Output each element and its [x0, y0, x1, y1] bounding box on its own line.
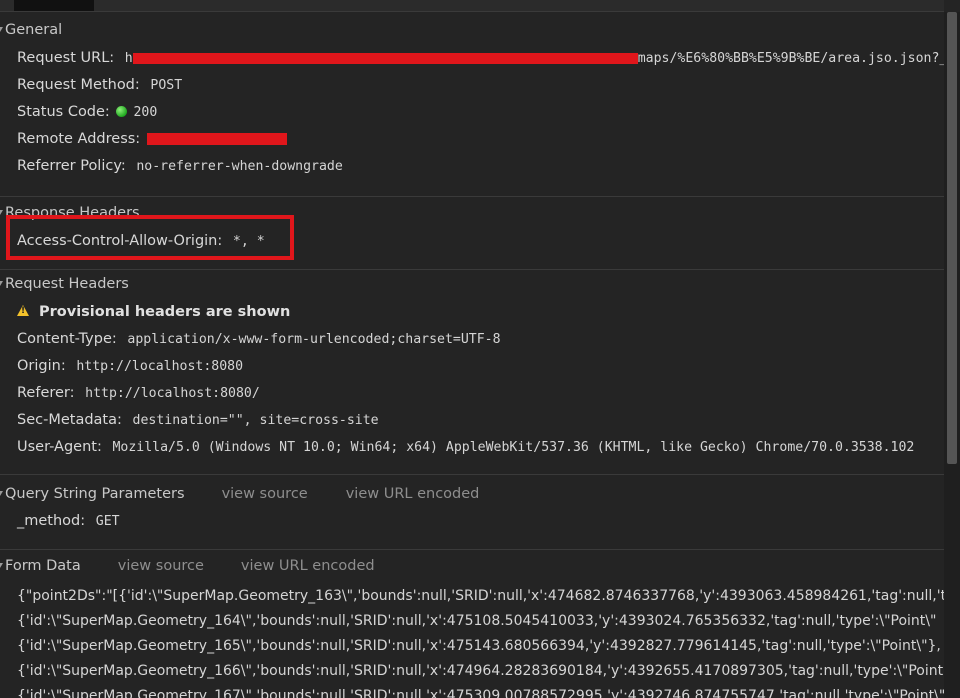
collapse-arrow-icon[interactable] [0, 210, 3, 215]
request-header-row: User-Agent: Mozilla/5.0 (Windows NT 10.0… [0, 434, 944, 461]
request-header-value: application/x-www-form-urlencoded;charse… [127, 332, 501, 347]
status-code-key: Status Code: [17, 104, 110, 120]
form-data-line: {'id':\"SuperMap.Geometry_164\",'bounds'… [17, 613, 937, 629]
headers-panel: General Request URL: h maps/%E6%80%BB%E5%… [0, 12, 944, 698]
request-header-row: Origin: http://localhost:8080 [0, 353, 944, 380]
redaction-bar [146, 133, 287, 145]
status-code-value: 200 [133, 105, 158, 120]
request-method-row: Request Method: POST [0, 72, 944, 99]
query-param-key: _method: [17, 513, 86, 529]
general-section: General Request URL: h maps/%E6%80%BB%E5%… [0, 19, 944, 197]
remote-address-key: Remote Address: [17, 131, 141, 147]
general-header[interactable]: General [0, 19, 944, 41]
form-data-section: Form Data view source view URL encoded {… [0, 555, 944, 698]
provisional-warning-text: Provisional headers are shown [39, 304, 291, 320]
request-header-row: Referer: http://localhost:8080/ [0, 380, 944, 407]
request-header-row: Sec-Metadata: destination="", site=cross… [0, 407, 944, 434]
form-data-line: {"point2Ds":"[{'id':\"SuperMap.Geometry_… [17, 588, 944, 604]
request-url-row: Request URL: h maps/%E6%80%BB%E5%9B%BE/ar… [0, 45, 944, 72]
active-tab-stub[interactable] [14, 0, 94, 11]
view-source-link[interactable]: view source [222, 483, 308, 505]
request-header-key: Origin: [17, 358, 66, 374]
request-headers-section: Request Headers Provisional headers are … [0, 273, 944, 475]
request-header-key: Sec-Metadata: [17, 412, 122, 428]
request-header-value: destination="", site=cross-site [132, 413, 379, 428]
scrollbar-thumb[interactable] [947, 12, 957, 464]
collapse-arrow-icon[interactable] [0, 27, 3, 32]
form-data-line: {'id':\"SuperMap.Geometry_165\",'bounds'… [17, 638, 941, 654]
redaction-bar [132, 52, 638, 64]
request-header-key: User-Agent: [17, 439, 102, 455]
vertical-scrollbar[interactable] [944, 12, 960, 698]
request-header-value: http://localhost:8080/ [85, 386, 260, 401]
query-params-title: Query String Parameters [5, 486, 185, 502]
view-url-encoded-link[interactable]: view URL encoded [346, 483, 480, 505]
request-header-row: Content-Type: application/x-www-form-url… [0, 326, 944, 353]
status-ok-icon [115, 106, 127, 117]
view-source-link[interactable]: view source [118, 555, 204, 577]
collapse-arrow-icon[interactable] [0, 491, 3, 496]
query-params-section: Query String Parameters view source view… [0, 483, 944, 550]
referrer-policy-key: Referrer Policy: [17, 158, 126, 174]
request-headers-header[interactable]: Request Headers [0, 273, 944, 295]
general-title: General [5, 22, 63, 38]
request-method-value: POST [150, 78, 183, 93]
query-param-row: _method: GET [0, 508, 944, 535]
collapse-arrow-icon[interactable] [0, 281, 3, 286]
request-header-value: http://localhost:8080 [76, 359, 244, 374]
warning-icon [17, 305, 29, 316]
request-header-value: Mozilla/5.0 (Windows NT 10.0; Win64; x64… [112, 440, 915, 455]
request-url-prefix: h [124, 51, 133, 66]
form-data-line: {'id':\"SuperMap.Geometry_167\",'bounds'… [17, 688, 944, 698]
request-url-suffix: maps/%E6%80%BB%E5%9B%BE/area.jso.json?_ [637, 51, 944, 66]
devtools-tab-bar [0, 0, 944, 12]
view-url-encoded-link[interactable]: view URL encoded [241, 555, 375, 577]
red-highlight-annotation [6, 215, 294, 260]
request-url-key: Request URL: [17, 50, 115, 66]
referrer-policy-value: no-referrer-when-downgrade [136, 159, 343, 174]
request-header-key: Content-Type: [17, 331, 117, 347]
form-data-header[interactable]: Form Data view source view URL encoded [0, 555, 944, 577]
request-headers-title: Request Headers [5, 276, 129, 292]
provisional-warning-row: Provisional headers are shown [0, 299, 944, 326]
remote-address-row: Remote Address: [0, 126, 944, 153]
referrer-policy-row: Referrer Policy: no-referrer-when-downgr… [0, 153, 944, 180]
request-header-key: Referer: [17, 385, 75, 401]
request-method-key: Request Method: [17, 77, 140, 93]
query-params-header[interactable]: Query String Parameters view source view… [0, 483, 944, 505]
query-param-value: GET [95, 514, 120, 529]
form-data-title: Form Data [5, 558, 81, 574]
collapse-arrow-icon[interactable] [0, 563, 3, 568]
form-data-line: {'id':\"SuperMap.Geometry_166\",'bounds'… [17, 663, 944, 679]
status-code-row: Status Code: 200 [0, 99, 944, 126]
